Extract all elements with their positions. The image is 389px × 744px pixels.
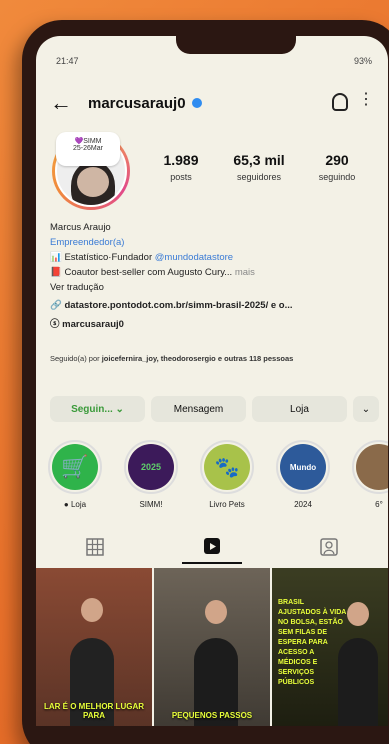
post-thumbnail[interactable]: LAR É O MELHOR LUGAR PARA (36, 568, 152, 726)
bio-mention-link[interactable]: @mundodatastore (155, 252, 233, 263)
bio-line1: 📊 Estatístico·Fundador @mundodatastore (50, 250, 376, 265)
bio-threads-link[interactable]: ⓢ marcusarauj0 (50, 317, 376, 332)
highlight-simm[interactable]: 2025 SIMM! (124, 440, 178, 509)
status-bar: 21:47 93% (56, 54, 372, 68)
post-caption: PEQUENOS PASSOS (171, 711, 253, 720)
highlight-2024[interactable]: Mundo 2024 (276, 440, 330, 509)
highlight-loja[interactable]: 🛒 ● Loja (48, 440, 102, 509)
post-thumbnail[interactable]: BRASIL AJUSTADOS À VIDA NO BOLSA, ESTÃO … (272, 568, 388, 726)
back-arrow-icon[interactable]: ← (50, 92, 78, 114)
highlight-label: 6° (375, 500, 383, 509)
highlight-ring: 🐾 (200, 440, 254, 494)
tab-reels[interactable] (181, 530, 242, 564)
mundo-logo-icon: Mundo (280, 444, 326, 490)
followed-by-prefix: Seguido(a) por (50, 354, 102, 363)
story-highlights: 🛒 ● Loja 2025 SIMM! 🐾 Livro Pets Mundo 2… (48, 440, 388, 509)
highlight-ring: 2025 (124, 440, 178, 494)
followed-by-names: joicefernira_joy, theodorosergio e outra… (101, 354, 294, 363)
stat-following-value: 290 (325, 152, 349, 168)
cart-icon: 🛒 (52, 444, 98, 490)
bio-website-link[interactable]: 🔗 datastore.pontodot.com.br/simm-brasil-… (50, 298, 376, 313)
profile-tabs (36, 530, 388, 564)
profile-header: ← marcusarauj0 ⋮ (50, 90, 376, 116)
book-pets-icon: 🐾 (204, 444, 250, 490)
profile-stats: 1.989 posts 65,3 mil seguidores 290 segu… (146, 152, 372, 182)
stat-posts-value: 1.989 (163, 152, 199, 168)
tagged-icon (320, 538, 339, 556)
bio-name: Marcus Araujo (50, 222, 111, 233)
highlight-label: 2024 (294, 500, 312, 509)
stat-followers[interactable]: 65,3 mil seguidores (224, 152, 294, 182)
bio-line1-text: 📊 Estatístico·Fundador (50, 252, 155, 263)
suggested-accounts-button[interactable]: ⌄ (353, 396, 379, 422)
app-screen: 21:47 93% ← marcusarauj0 ⋮ 💜SIMM 25-26Ma… (36, 36, 388, 726)
highlight-label: ● Loja (63, 500, 87, 509)
more-options-icon[interactable]: ⋮ (358, 92, 374, 108)
post-person-head (205, 600, 227, 624)
note-text: 💜SIMM 25-26Mar (73, 138, 103, 152)
post-person-head (347, 602, 369, 626)
followed-by[interactable]: Seguido(a) por joicefernira_joy, theodor… (50, 354, 376, 364)
bio-category: Empreendedor(a) (50, 237, 125, 248)
highlight-ring: Mundo (276, 440, 330, 494)
tab-tagged[interactable] (299, 530, 359, 564)
status-time: 21:47 (56, 56, 79, 66)
notification-bell-icon[interactable] (332, 93, 348, 111)
avatar-face (77, 167, 109, 197)
grid-icon (85, 538, 104, 556)
highlight-ring: 🛒 (48, 440, 102, 494)
stat-following[interactable]: 290 seguindo (302, 152, 372, 182)
post-thumbnail[interactable]: PEQUENOS PASSOS (154, 568, 270, 726)
simm-logo-icon: 2025 (128, 444, 174, 490)
stat-followers-value: 65,3 mil (233, 152, 285, 168)
status-battery: 93% (353, 56, 372, 66)
following-button[interactable]: Seguin... ⌄ (50, 396, 145, 422)
profile-bio: Marcus Araujo Empreendedor(a) 📊 Estatíst… (50, 220, 376, 332)
post-person (338, 638, 378, 726)
stat-following-label: seguindo (318, 172, 356, 182)
highlight-label: Livro Pets (209, 500, 245, 509)
post-person-head (81, 598, 103, 622)
posts-grid: LAR É O MELHOR LUGAR PARA PEQUENOS PASSO… (36, 568, 388, 726)
bio-more-link[interactable]: mais (235, 267, 255, 278)
highlight-label: SIMM! (139, 500, 163, 509)
highlight-livro-pets[interactable]: 🐾 Livro Pets (200, 440, 254, 509)
highlight-6[interactable]: 6° (352, 440, 388, 509)
profile-username: marcusarauj0 (88, 94, 186, 112)
bio-line2-text: 📕 Coautor best-seller com Augusto Cury..… (50, 267, 233, 278)
stat-posts-label: posts (170, 172, 192, 182)
highlight-ring (352, 440, 388, 494)
bio-line2: 📕 Coautor best-seller com Augusto Cury..… (50, 265, 376, 280)
post-caption: LAR É O MELHOR LUGAR PARA (44, 702, 144, 720)
camera-notch (176, 36, 296, 54)
stat-followers-label: seguidores (236, 172, 282, 182)
message-button[interactable]: Mensagem (151, 396, 246, 422)
reels-icon (203, 538, 220, 554)
profile-note-bubble[interactable]: 💜SIMM 25-26Mar (56, 132, 120, 166)
bio-translate-link[interactable]: Ver tradução (50, 280, 376, 295)
profile-actions: Seguin... ⌄ Mensagem Loja ⌄ (50, 396, 380, 422)
tab-grid[interactable] (65, 530, 125, 564)
highlight-photo (356, 444, 388, 490)
shop-button[interactable]: Loja (252, 396, 347, 422)
stat-posts[interactable]: 1.989 posts (146, 152, 216, 182)
verified-badge-icon (191, 98, 202, 108)
